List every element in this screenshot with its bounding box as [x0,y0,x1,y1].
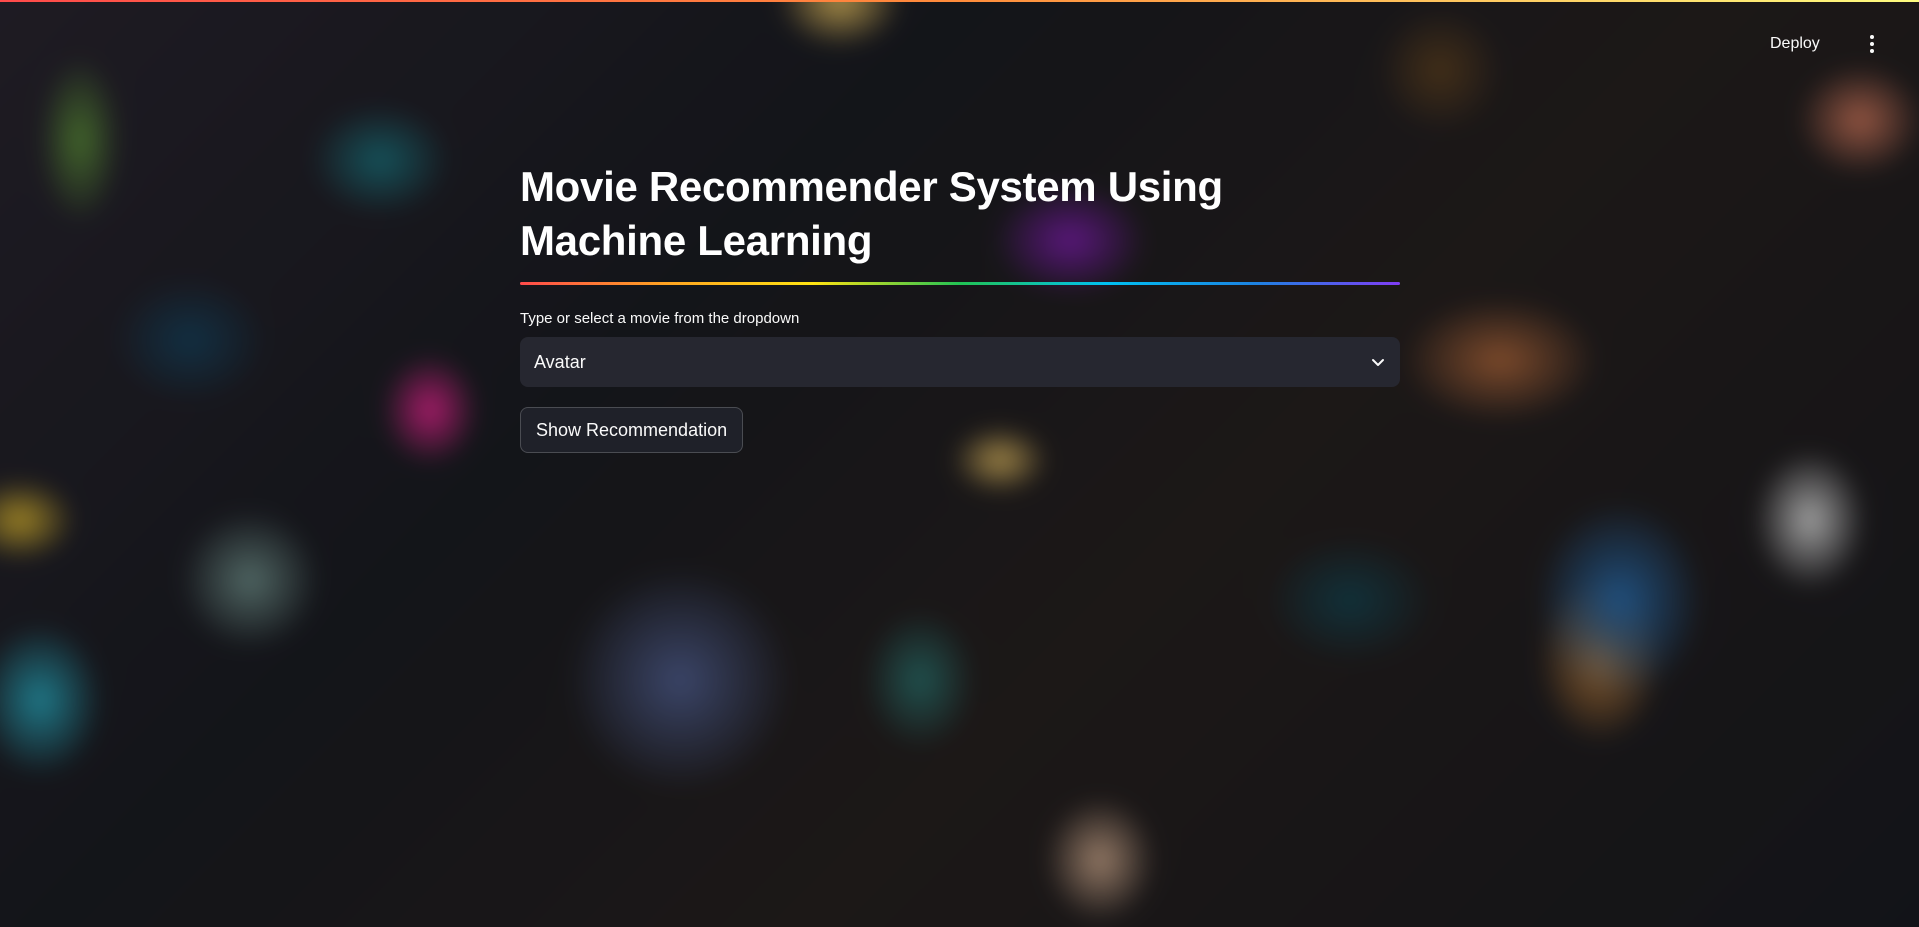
show-recommendation-button[interactable]: Show Recommendation [520,407,744,453]
title-divider [520,282,1400,285]
page-title: Movie Recommender System Using Machine L… [520,163,1223,264]
main-content: Movie Recommender System Using Machine L… [520,160,1400,453]
app-root: Deploy Movie Recommender System Using Ma… [0,0,1919,927]
poster-background [0,0,1919,927]
top-decoration-bar [0,0,1919,2]
chevron-down-icon[interactable] [1370,354,1386,370]
app-header: Deploy [0,0,1919,60]
movie-select[interactable]: Avatar [520,337,1400,387]
deploy-button[interactable]: Deploy [1770,30,1820,58]
vertical-ellipsis-icon[interactable] [1862,30,1882,58]
movie-select-value: Avatar [534,351,586,372]
movie-select-label: Type or select a movie from the dropdown [520,310,800,327]
